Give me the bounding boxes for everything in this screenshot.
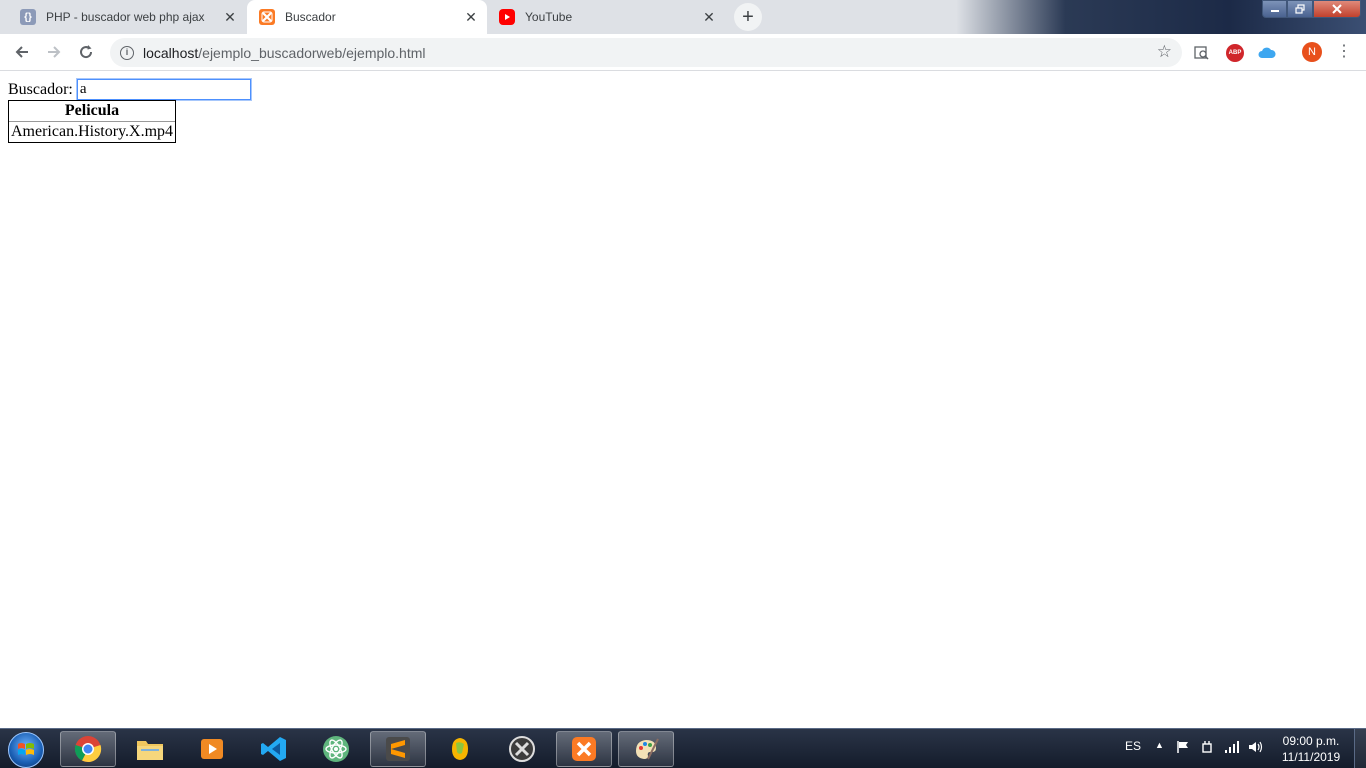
tab-buscador[interactable]: Buscador ✕ — [247, 0, 487, 34]
adblock-plus-icon[interactable]: ABP — [1226, 44, 1244, 62]
youtube-icon — [499, 9, 515, 25]
code-brackets-icon: {} — [20, 9, 36, 25]
table-header-row: Pelicula — [9, 101, 176, 122]
cloud-icon[interactable] — [1258, 44, 1276, 62]
show-hidden-icons[interactable]: ▲ — [1155, 740, 1164, 750]
taskbar-file-explorer[interactable] — [122, 731, 178, 767]
sublime-text-icon — [386, 737, 410, 761]
minimize-button[interactable] — [1262, 0, 1287, 18]
close-icon[interactable]: ✕ — [463, 9, 479, 25]
folder-icon — [137, 741, 163, 760]
chrome-icon — [74, 736, 102, 763]
reload-button[interactable] — [72, 38, 100, 66]
clock-time: 09:00 p.m. — [1282, 734, 1340, 748]
browser-tab-strip: {} PHP - buscador web php ajax ✕ Buscado… — [0, 0, 1366, 34]
tab-youtube[interactable]: YouTube ✕ — [487, 0, 725, 34]
language-indicator[interactable]: ES — [1125, 739, 1141, 753]
atom-icon — [323, 736, 349, 762]
url-host: localhost — [143, 44, 199, 61]
windows-logo-icon — [18, 743, 34, 755]
paint-palette-icon — [636, 738, 659, 760]
fl-studio-icon — [452, 738, 468, 760]
taskbar-vscode[interactable] — [246, 731, 302, 767]
tab-search-icon[interactable] — [1193, 44, 1211, 62]
browser-toolbar: i localhost/ejemplo_buscadorweb/ejemplo.… — [0, 34, 1366, 71]
volume-icon[interactable] — [1248, 740, 1264, 757]
profile-avatar[interactable]: N — [1302, 42, 1322, 62]
close-icon[interactable]: ✕ — [701, 9, 717, 25]
taskbar-paint[interactable] — [618, 731, 674, 767]
restore-button[interactable] — [1287, 0, 1313, 18]
arrow-right-icon — [48, 46, 61, 58]
bookmark-star-icon[interactable]: ☆ — [1157, 43, 1172, 61]
search-input[interactable] — [75, 78, 252, 101]
taskbar-fl-studio[interactable] — [432, 731, 488, 767]
taskbar-media-player[interactable] — [184, 731, 240, 767]
close-icon — [1332, 4, 1342, 14]
forward-button[interactable] — [40, 38, 68, 66]
close-window-button[interactable] — [1313, 0, 1361, 18]
power-plug-icon[interactable] — [1200, 740, 1214, 757]
show-desktop-button[interactable] — [1354, 729, 1366, 768]
taskbar-sublime-text[interactable] — [370, 731, 426, 767]
results-table: Pelicula American.History.X.mp4 — [8, 100, 177, 143]
tab-title: PHP - buscador web php ajax — [46, 10, 205, 24]
taskbar-xampp[interactable] — [556, 731, 612, 767]
windows-taskbar: ES ▲ 09:00 p.m. 11/11/2019 — [0, 728, 1366, 768]
tab-php-buscador[interactable]: {} PHP - buscador web php ajax ✕ — [8, 0, 246, 34]
clock-date: 11/11/2019 — [1281, 750, 1341, 764]
address-bar[interactable]: i localhost/ejemplo_buscadorweb/ejemplo.… — [110, 38, 1182, 67]
network-signal-icon[interactable] — [1224, 740, 1240, 757]
menu-kebab-icon[interactable]: ⋮ — [1336, 43, 1352, 61]
tab-title: Buscador — [285, 10, 336, 24]
taskbar-atom[interactable] — [308, 731, 364, 767]
reload-icon — [80, 45, 93, 59]
table-cell: American.History.X.mp4 — [11, 123, 174, 140]
close-icon[interactable]: ✕ — [222, 9, 238, 25]
column-header-pelicula: Pelicula — [9, 101, 176, 122]
arrow-left-icon — [15, 46, 28, 58]
page-content: Buscador: Pelicula American.History.X.mp… — [0, 71, 1366, 728]
url-path: /ejemplo_buscadorweb/ejemplo.html — [198, 44, 426, 61]
start-button[interactable] — [8, 732, 44, 768]
back-button[interactable] — [8, 38, 36, 66]
taskbar-chrome[interactable] — [60, 731, 116, 767]
address-url: localhost/ejemplo_buscadorweb/ejemplo.ht… — [143, 45, 426, 61]
info-icon[interactable]: i — [120, 45, 134, 60]
system-clock[interactable]: 09:00 p.m. 11/11/2019 — [1276, 733, 1346, 765]
xampp-control-icon — [509, 736, 535, 762]
action-center-flag-icon[interactable] — [1176, 740, 1190, 757]
vscode-icon — [261, 737, 286, 761]
search-label: Buscador: — [8, 80, 73, 98]
xampp-icon — [572, 737, 596, 761]
search-row: Buscador: — [8, 78, 252, 101]
restore-icon — [1295, 4, 1305, 14]
taskbar-xampp-control[interactable] — [494, 731, 550, 767]
table-row: American.History.X.mp4 — [9, 122, 175, 142]
minimize-icon — [1270, 10, 1279, 12]
xampp-icon — [259, 9, 275, 25]
media-player-icon — [201, 739, 223, 759]
tab-title: YouTube — [525, 10, 573, 24]
new-tab-button[interactable]: + — [734, 3, 762, 31]
